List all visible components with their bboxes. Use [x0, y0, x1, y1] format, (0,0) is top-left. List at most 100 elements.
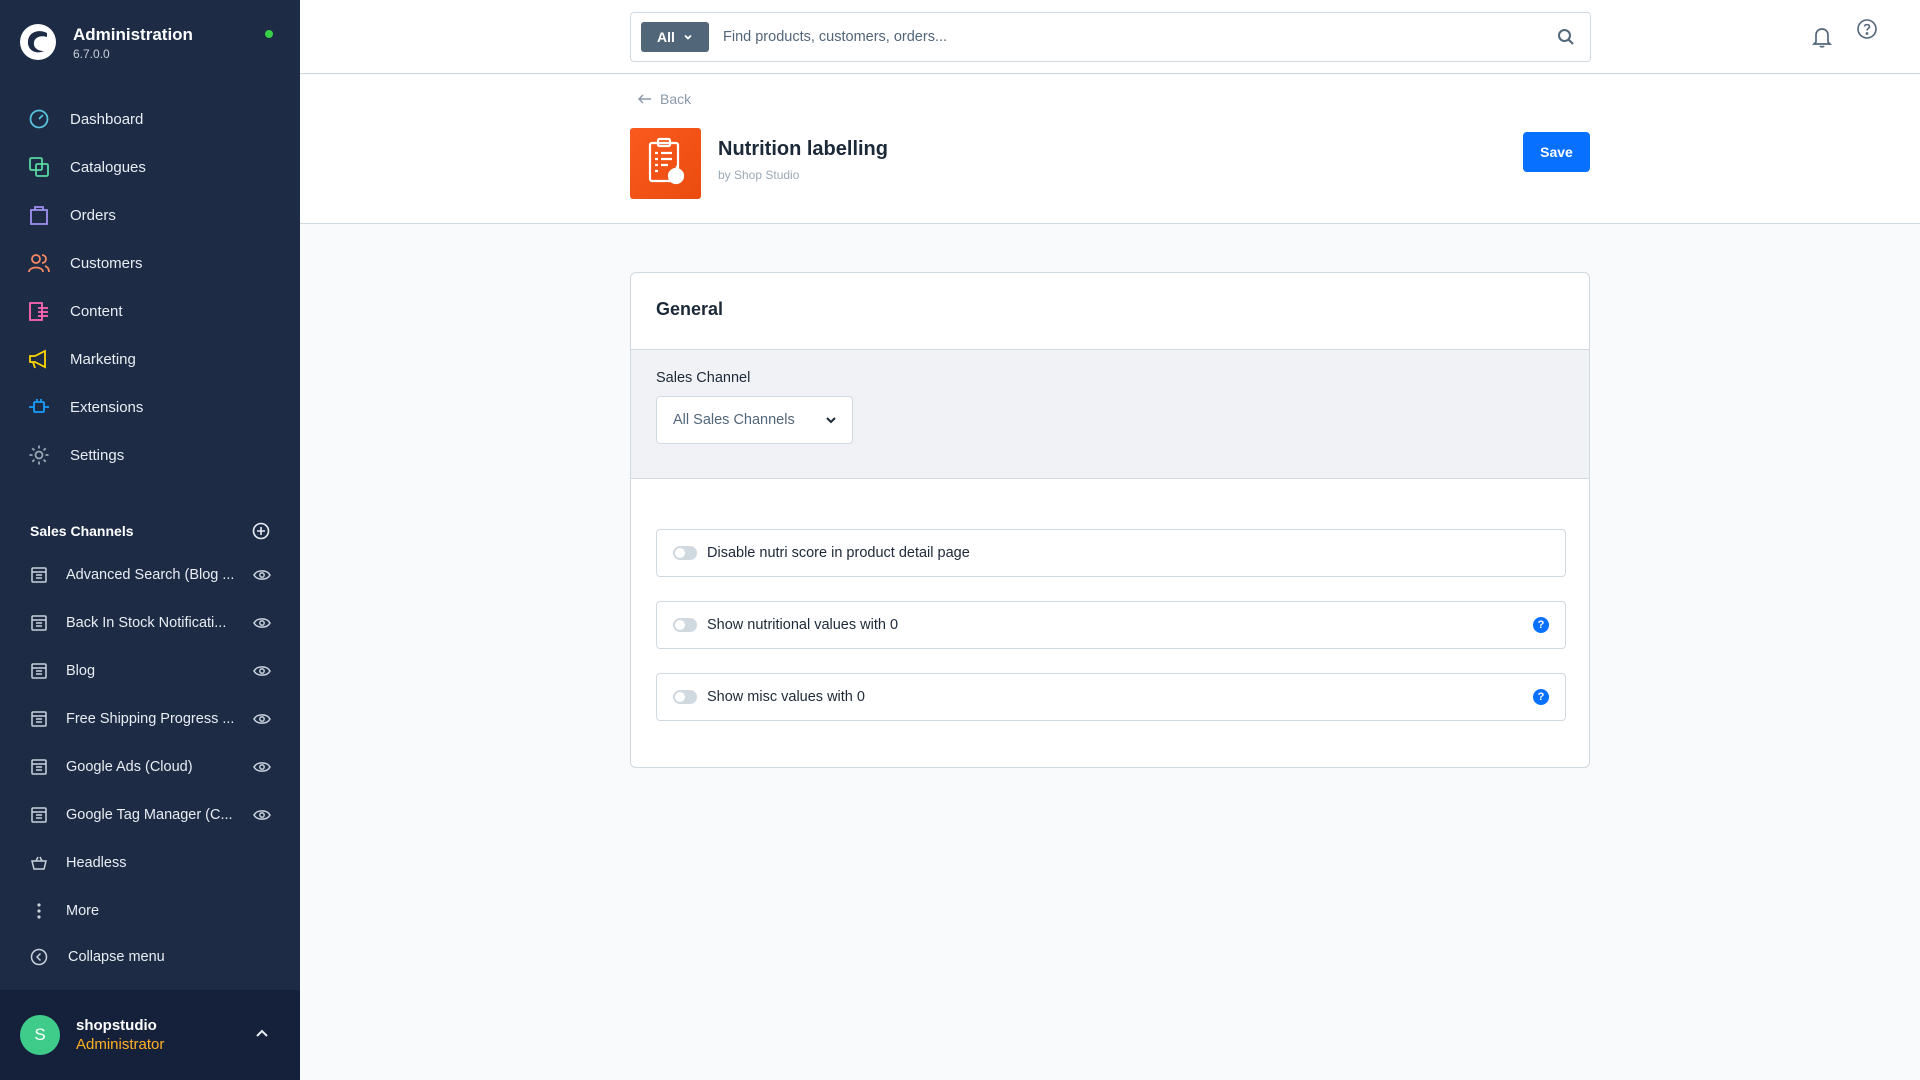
orders-icon — [28, 204, 50, 226]
chevron-up-icon — [256, 1029, 268, 1037]
chevron-down-icon — [826, 417, 836, 424]
nav-item-label: Content — [70, 302, 123, 320]
nav-item-label: Orders — [70, 206, 116, 224]
brand[interactable]: Administration 6.7.0.0 — [20, 20, 280, 68]
more-button[interactable]: More — [30, 897, 272, 925]
help-icon[interactable] — [1856, 18, 1878, 40]
storefront-icon — [30, 566, 48, 584]
page-header: Back Nutrition labelling by Shop Studio … — [300, 75, 1920, 224]
storefront-icon — [30, 806, 48, 824]
sales-channel-label: Advanced Search (Blog ... — [66, 567, 235, 583]
sales-channel-item[interactable]: Advanced Search (Blog ... — [30, 561, 272, 589]
save-button[interactable]: Save — [1523, 132, 1590, 172]
arrow-left-icon — [638, 94, 651, 104]
help-hint-icon[interactable]: ? — [1533, 617, 1549, 633]
shopware-logo-icon — [20, 24, 56, 60]
toggle-switch[interactable] — [673, 546, 697, 560]
search-type-dropdown[interactable]: All — [641, 22, 709, 52]
extensions-icon — [28, 396, 50, 418]
sales-channel-item[interactable]: Free Shipping Progress ... — [30, 705, 272, 733]
plugin-icon — [630, 128, 701, 199]
page-title: Nutrition labelling — [718, 138, 888, 160]
eye-icon[interactable] — [252, 759, 272, 775]
sales-channel-label: Google Ads (Cloud) — [66, 759, 193, 775]
collapse-menu-button[interactable]: Collapse menu — [30, 943, 272, 971]
settings-card: General Sales Channel All Sales Channels… — [630, 272, 1590, 768]
customers-icon — [28, 252, 50, 274]
switch-label: Disable nutri score in product detail pa… — [707, 545, 970, 561]
brand-title: Administration — [73, 25, 193, 44]
sales-channel-item[interactable]: Google Ads (Cloud) — [30, 753, 272, 781]
eye-icon[interactable] — [252, 567, 272, 583]
eye-icon[interactable] — [252, 711, 272, 727]
global-search: All — [630, 12, 1591, 62]
storefront-icon — [30, 758, 48, 776]
top-bar: All — [300, 0, 1920, 74]
back-link[interactable]: Back — [638, 91, 691, 107]
nav-item-dashboard[interactable]: Dashboard — [28, 104, 278, 134]
sales-channel-select[interactable]: All Sales Channels — [656, 396, 853, 444]
sales-channel-label: Google Tag Manager (C... — [66, 807, 233, 823]
nav-item-label: Extensions — [70, 398, 144, 416]
sales-channels-header: Sales Channels — [30, 519, 270, 543]
nav-item-label: Catalogues — [70, 158, 146, 176]
content-icon — [28, 300, 50, 322]
nav-item-label: Settings — [70, 446, 125, 464]
storefront-icon — [30, 710, 48, 728]
sales-channel-label: Headless — [66, 855, 127, 871]
nav-item-label: Customers — [70, 254, 143, 272]
eye-icon[interactable] — [252, 663, 272, 679]
switch-label: Show misc values with 0 — [707, 689, 865, 705]
sales-channel-item[interactable]: Back In Stock Notificati... — [30, 609, 272, 637]
nav-item-settings[interactable]: Settings — [28, 440, 278, 470]
nav-item-catalogues[interactable]: Catalogues — [28, 152, 278, 182]
plugin-author: by Shop Studio — [718, 168, 800, 182]
switch-row-show-nutritional-values: Show nutritional values with 0 ? — [656, 601, 1566, 649]
sales-channel-value: All Sales Channels — [673, 412, 795, 428]
marketing-icon — [28, 348, 50, 370]
sales-channel-section: Sales Channel All Sales Channels — [631, 350, 1589, 479]
dashboard-icon — [28, 108, 50, 130]
more-label: More — [66, 903, 100, 919]
sales-channel-label: Back In Stock Notificati... — [66, 615, 227, 631]
storefront-icon — [30, 662, 48, 680]
toggle-switch[interactable] — [673, 690, 697, 704]
search-icon[interactable] — [1557, 28, 1575, 46]
nav-item-label: Marketing — [70, 350, 136, 368]
sales-channel-item[interactable]: Blog — [30, 657, 272, 685]
status-dot — [265, 30, 273, 38]
catalogue-icon — [28, 156, 50, 178]
card-title: General — [656, 299, 724, 319]
sales-channel-label: Free Shipping Progress ... — [66, 711, 235, 727]
nav-item-marketing[interactable]: Marketing — [28, 344, 278, 374]
eye-icon[interactable] — [252, 807, 272, 823]
nav-item-orders[interactable]: Orders — [28, 200, 278, 230]
user-name: shopstudio — [76, 1017, 157, 1034]
help-hint-icon[interactable]: ? — [1533, 689, 1549, 705]
nav-item-customers[interactable]: Customers — [28, 248, 278, 278]
user-role: Administrator — [76, 1036, 165, 1053]
search-type-label: All — [657, 29, 675, 45]
add-sales-channel-icon[interactable] — [252, 522, 270, 540]
collapse-left-icon — [30, 948, 48, 966]
switch-label: Show nutritional values with 0 — [707, 617, 899, 633]
headless-icon — [30, 854, 48, 872]
sales-channel-label: Blog — [66, 663, 96, 679]
nav-item-extensions[interactable]: Extensions — [28, 392, 278, 422]
sales-channel-label: Sales Channel — [656, 370, 751, 386]
user-menu[interactable]: S shopstudio Administrator — [0, 990, 300, 1080]
eye-icon[interactable] — [252, 615, 272, 631]
sales-channel-item[interactable]: Google Tag Manager (C... — [30, 801, 272, 829]
back-label: Back — [660, 91, 692, 107]
toggle-switch[interactable] — [673, 618, 697, 632]
sales-channels-title: Sales Channels — [30, 523, 134, 539]
sales-channel-item[interactable]: Headless — [30, 849, 272, 877]
sidebar: Administration 6.7.0.0 Dashboard Catalog… — [0, 0, 300, 1080]
nav-item-content[interactable]: Content — [28, 296, 278, 326]
brand-version: 6.7.0.0 — [73, 47, 110, 61]
more-vertical-icon — [30, 902, 48, 920]
search-input[interactable] — [723, 23, 1543, 51]
chevron-down-icon — [684, 34, 692, 40]
notification-bell-icon[interactable] — [1810, 25, 1834, 49]
switch-row-disable-nutri-score: Disable nutri score in product detail pa… — [656, 529, 1566, 577]
